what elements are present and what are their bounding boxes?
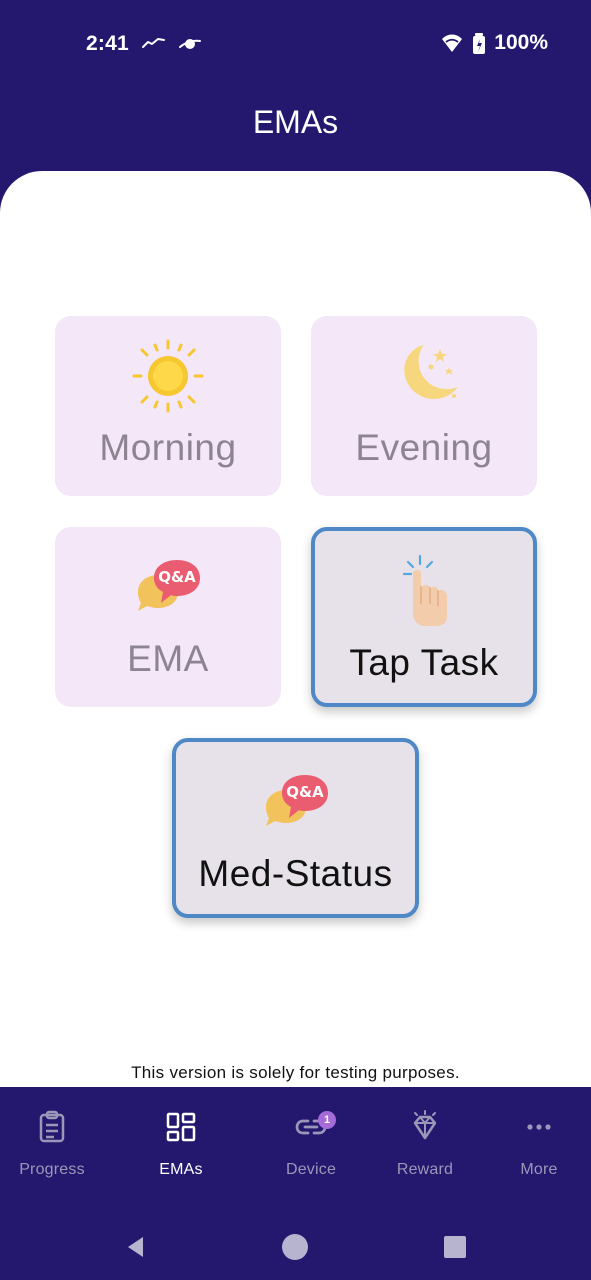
evening-label: Evening	[355, 427, 493, 468]
nav-item-device[interactable]: 1 Device	[252, 1109, 370, 1180]
nav-label-progress: Progress	[19, 1161, 85, 1178]
home-icon[interactable]	[277, 1229, 313, 1265]
wifi-icon	[442, 34, 463, 52]
more-dots-icon	[527, 1124, 551, 1130]
testing-note: This version is solely for testing purpo…	[131, 1063, 460, 1082]
device-badge: 1	[318, 1111, 336, 1129]
qa-chat-icon: Q&A	[265, 775, 328, 826]
nav-item-emas[interactable]: EMAs	[122, 1109, 240, 1180]
battery-percent: 100%	[494, 31, 548, 54]
svg-text:Q&A: Q&A	[158, 568, 196, 586]
med-status-label: Med-Status	[198, 853, 393, 894]
diamond-icon	[413, 1110, 437, 1140]
tap-task-card[interactable]: Tap Task	[311, 527, 537, 707]
tap-finger-icon	[402, 554, 447, 626]
med-status-card[interactable]: Q&A Med-Status	[172, 738, 419, 918]
status-right: 100%	[440, 31, 548, 55]
morning-card[interactable]: Morning	[55, 316, 281, 496]
main-panel: Morning Evening Q&A EMA Tap Task Q&A Med…	[0, 171, 591, 1088]
planet-icon	[179, 39, 201, 49]
moon-stars-icon	[404, 345, 458, 399]
qa-chat-icon: Q&A	[138, 560, 200, 611]
battery-charging-icon	[473, 33, 486, 54]
grid-icon	[166, 1112, 196, 1142]
bottom-nav: Progress EMAs 1 Device Reward More	[0, 1087, 591, 1207]
nav-label-reward: Reward	[396, 1161, 454, 1178]
status-bar: 2:41 100%	[0, 0, 591, 88]
nav-label-emas: EMAs	[159, 1161, 203, 1178]
sun-icon	[132, 339, 204, 413]
nav-label-more: More	[520, 1161, 558, 1178]
clipboard-icon	[39, 1110, 65, 1143]
nav-item-reward[interactable]: Reward	[366, 1109, 484, 1180]
ema-card[interactable]: Q&A EMA	[55, 527, 281, 707]
page-title: EMAs	[252, 104, 339, 140]
nav-label-device: Device	[285, 1161, 337, 1178]
nav-item-more[interactable]: More	[480, 1109, 591, 1180]
back-icon[interactable]	[118, 1229, 154, 1265]
ema-label: EMA	[127, 638, 209, 679]
polar-icon	[142, 38, 165, 48]
status-time: 2:41	[86, 32, 129, 55]
morning-label: Morning	[99, 427, 237, 468]
svg-text:Q&A: Q&A	[286, 783, 324, 801]
nav-item-progress[interactable]: Progress	[0, 1109, 111, 1180]
tap-task-label: Tap Task	[349, 642, 499, 683]
android-navigation-bar	[0, 1207, 591, 1280]
recents-icon[interactable]	[437, 1229, 473, 1265]
evening-card[interactable]: Evening	[311, 316, 537, 496]
